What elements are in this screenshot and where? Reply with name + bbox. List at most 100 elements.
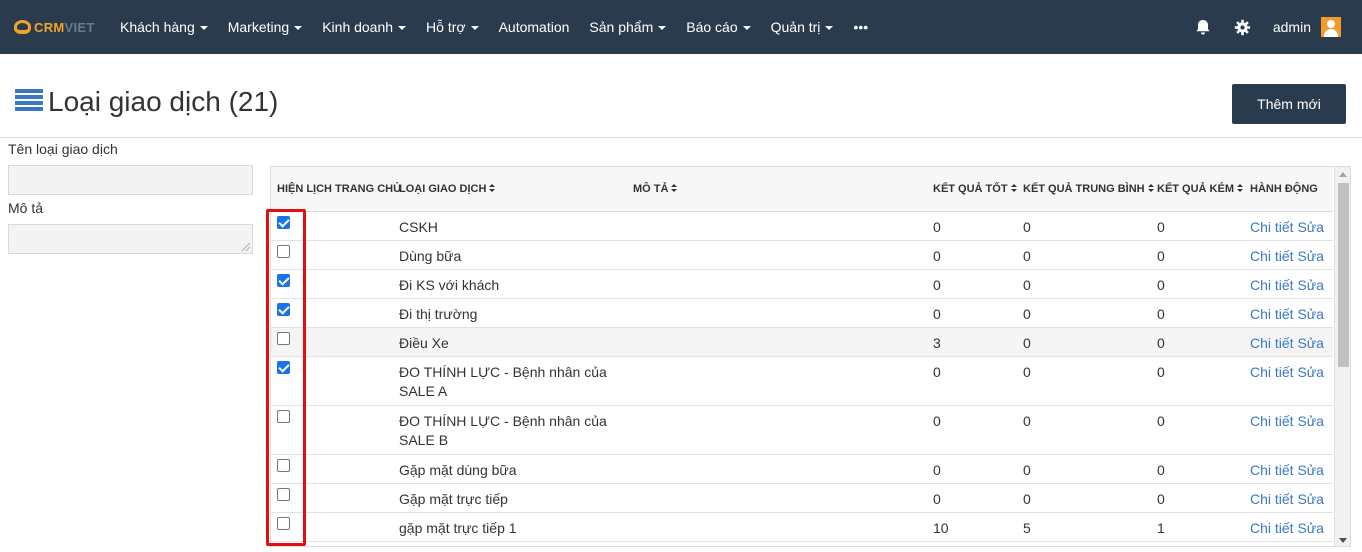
nav-item-2[interactable]: Kinh doanh bbox=[312, 0, 416, 54]
sort-icon[interactable] bbox=[1010, 184, 1017, 193]
page-title: Loại giao dịch (21) bbox=[48, 86, 279, 117]
name-filter-input[interactable] bbox=[8, 165, 253, 195]
nav-item-1[interactable]: Marketing bbox=[218, 0, 312, 54]
nav-item-label: ••• bbox=[853, 19, 869, 35]
desc-filter-label: Mô tả bbox=[8, 200, 44, 216]
show-on-home-checkbox[interactable] bbox=[277, 410, 290, 423]
average-result-cell: 0 bbox=[1023, 364, 1031, 380]
nav-item-label: Báo cáo bbox=[686, 19, 738, 35]
show-on-home-checkbox[interactable] bbox=[277, 216, 290, 229]
action-cell: Chi tiết Sửa bbox=[1250, 276, 1324, 295]
edit-link[interactable]: Sửa bbox=[1297, 306, 1324, 322]
bad-result-cell: 0 bbox=[1157, 335, 1165, 351]
scroll-thumb[interactable] bbox=[1338, 183, 1349, 367]
edit-link[interactable]: Sửa bbox=[1297, 277, 1324, 293]
edit-link[interactable]: Sửa bbox=[1297, 413, 1324, 429]
bad-result-cell: 0 bbox=[1157, 364, 1165, 380]
scroll-down-icon[interactable] bbox=[1339, 538, 1347, 543]
detail-link[interactable]: Chi tiết bbox=[1250, 364, 1294, 380]
bad-result-cell: 0 bbox=[1157, 413, 1165, 429]
average-result-cell: 0 bbox=[1023, 335, 1031, 351]
detail-link[interactable]: Chi tiết bbox=[1250, 462, 1294, 478]
edit-link[interactable]: Sửa bbox=[1297, 462, 1324, 478]
edit-link[interactable]: Sửa bbox=[1297, 335, 1324, 351]
nav-item-5[interactable]: Sản phẩm bbox=[579, 0, 676, 54]
column-header-4[interactable]: Kết quả trung bình bbox=[1023, 183, 1154, 195]
detail-link[interactable]: Chi tiết bbox=[1250, 219, 1294, 235]
nav-item-4[interactable]: Automation bbox=[489, 0, 580, 54]
column-header-5[interactable]: Kết quả kém bbox=[1157, 183, 1243, 195]
nav-item-label: Sản phẩm bbox=[589, 19, 654, 35]
nav-item-6[interactable]: Báo cáo bbox=[676, 0, 760, 54]
resize-grip-icon[interactable] bbox=[242, 243, 250, 251]
column-header-label: Mô tả bbox=[633, 183, 669, 195]
edit-link[interactable]: Sửa bbox=[1297, 491, 1324, 507]
edit-link[interactable]: Sửa bbox=[1297, 520, 1324, 536]
nav-item-7[interactable]: Quản trị bbox=[761, 0, 844, 54]
detail-link[interactable]: Chi tiết bbox=[1250, 491, 1294, 507]
nav-item-3[interactable]: Hỗ trợ bbox=[416, 0, 489, 54]
sort-icon[interactable] bbox=[671, 184, 678, 193]
sort-icon[interactable] bbox=[489, 184, 496, 193]
transaction-type-name: CSKH bbox=[399, 219, 438, 235]
show-on-home-checkbox[interactable] bbox=[277, 245, 290, 258]
detail-link[interactable]: Chi tiết bbox=[1250, 277, 1294, 293]
show-on-home-checkbox[interactable] bbox=[277, 517, 290, 530]
caret-down-icon bbox=[825, 26, 834, 30]
logo-mark-icon bbox=[14, 20, 31, 34]
action-cell: Chi tiết Sửa bbox=[1250, 218, 1324, 237]
good-result-cell: 0 bbox=[933, 413, 941, 429]
edit-link[interactable]: Sửa bbox=[1297, 364, 1324, 380]
column-header-label: Hiện lịch trang chủ bbox=[277, 183, 402, 195]
table-row: Đi KS với khách 0 0 0 Chi tiết Sửa bbox=[271, 270, 1333, 299]
vertical-scrollbar[interactable] bbox=[1334, 167, 1350, 546]
detail-link[interactable]: Chi tiết bbox=[1250, 306, 1294, 322]
name-line: ĐO THÍNH LỰC - Bệnh nhân của bbox=[399, 413, 607, 429]
transaction-type-name: Gặp mặt dùng bữa bbox=[399, 462, 517, 478]
column-header-3[interactable]: Kết quả tốt bbox=[933, 183, 1017, 195]
gear-icon[interactable] bbox=[1234, 19, 1251, 36]
good-result-cell: 0 bbox=[933, 491, 941, 507]
edit-link[interactable]: Sửa bbox=[1297, 219, 1324, 235]
bell-icon[interactable] bbox=[1194, 18, 1212, 36]
detail-link[interactable]: Chi tiết bbox=[1250, 520, 1294, 536]
column-header-2[interactable]: Mô tả bbox=[633, 183, 678, 195]
transaction-type-name: Đi thị trường bbox=[399, 306, 478, 322]
name-line: ĐO THÍNH LỰC - Bệnh nhân của bbox=[399, 364, 607, 380]
sort-icon[interactable] bbox=[1237, 184, 1243, 193]
good-result-cell: 0 bbox=[933, 219, 941, 235]
show-on-home-checkbox[interactable] bbox=[277, 303, 290, 316]
detail-link[interactable]: Chi tiết bbox=[1250, 248, 1294, 264]
show-on-home-checkbox[interactable] bbox=[277, 488, 290, 501]
top-navbar: CRMVIET Khách hàng Marketing Kinh doanh Hỗ … bbox=[0, 0, 1362, 54]
scroll-up-icon[interactable] bbox=[1339, 172, 1347, 177]
detail-link[interactable]: Chi tiết bbox=[1250, 335, 1294, 351]
user-name[interactable]: admin bbox=[1273, 19, 1311, 35]
column-header-1[interactable]: Loại giao dịch bbox=[399, 183, 496, 195]
edit-link[interactable]: Sửa bbox=[1297, 248, 1324, 264]
crmviet-logo[interactable]: CRMVIET bbox=[14, 17, 102, 37]
desc-filter-textarea[interactable] bbox=[8, 224, 253, 254]
user-avatar-icon[interactable] bbox=[1321, 17, 1341, 37]
sort-icon[interactable] bbox=[1147, 184, 1154, 193]
nav-item-label: Kinh doanh bbox=[322, 19, 394, 35]
average-result-cell: 0 bbox=[1023, 491, 1031, 507]
show-on-home-checkbox[interactable] bbox=[277, 361, 290, 374]
nav-item-8[interactable]: ••• bbox=[843, 0, 878, 54]
nav-item-0[interactable]: Khách hàng bbox=[110, 0, 218, 54]
column-header-label: Loại giao dịch bbox=[399, 183, 487, 195]
caret-down-icon bbox=[398, 26, 407, 30]
table-header: Hiện lịch trang chủ Loại giao dịch Mô tả Kế… bbox=[271, 167, 1333, 212]
bad-result-cell: 0 bbox=[1157, 248, 1165, 264]
detail-link[interactable]: Chi tiết bbox=[1250, 413, 1294, 429]
transaction-type-name: Gặp mặt trực tiếp bbox=[399, 491, 508, 507]
show-on-home-checkbox[interactable] bbox=[277, 459, 290, 472]
action-cell: Chi tiết Sửa bbox=[1250, 247, 1324, 266]
good-result-cell: 0 bbox=[933, 248, 941, 264]
show-on-home-checkbox[interactable] bbox=[277, 332, 290, 345]
show-on-home-checkbox[interactable] bbox=[277, 274, 290, 287]
transaction-type-name: Đi KS với khách bbox=[399, 277, 500, 293]
column-header-label: Hành động bbox=[1250, 183, 1318, 195]
bad-result-cell: 0 bbox=[1157, 277, 1165, 293]
add-new-button[interactable]: Thêm mới bbox=[1232, 84, 1346, 124]
